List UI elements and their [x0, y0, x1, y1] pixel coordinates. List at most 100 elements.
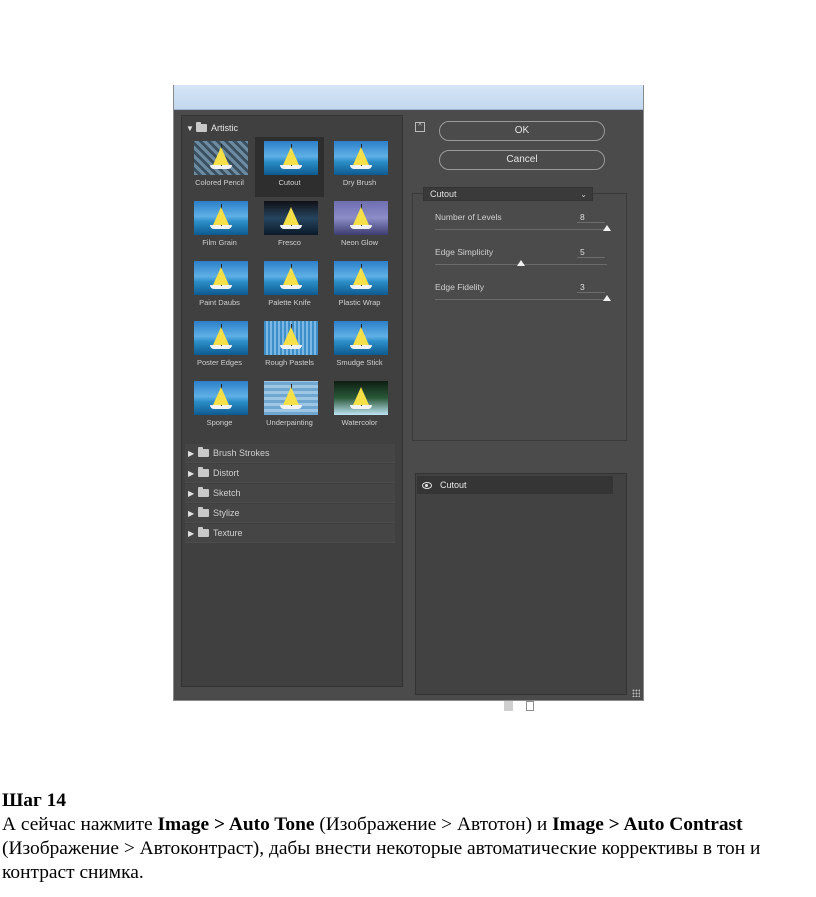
filter-thumb[interactable]: Plastic Wrap [325, 257, 394, 317]
step-heading: Шаг 14 [2, 790, 67, 811]
filter-category[interactable]: ▶ Sketch [185, 484, 395, 503]
filter-category[interactable]: ▶ Texture [185, 524, 395, 543]
filter-preview-image [334, 381, 388, 415]
filter-thumb[interactable]: Paint Daubs [185, 257, 254, 317]
filter-gallery-dialog: ▼ Artistic Colored Pencil Cutout Dry Brush… [173, 85, 644, 711]
filter-category-label: Brush Strokes [213, 448, 270, 458]
filter-thumb[interactable]: Cutout [255, 137, 324, 197]
chevron-down-icon: ⌄ [580, 190, 587, 199]
folder-icon [198, 507, 209, 517]
parameter-value-field[interactable]: 5 [577, 247, 605, 258]
filter-category-list: ▶ Brush Strokes ▶ Distort ▶ Sketch ▶ Stylize ▶ Te… [185, 444, 395, 544]
collapsed-triangle-icon: ▶ [188, 508, 195, 518]
folder-icon [196, 122, 207, 132]
folder-icon [198, 527, 209, 537]
effect-layers-panel: Cutout [415, 473, 627, 695]
parameter-slider-handle[interactable] [603, 295, 611, 301]
filter-preview-image [194, 381, 248, 415]
filter-category-label: Distort [213, 468, 240, 478]
filter-thumb-label: Underpainting [266, 418, 313, 427]
text-run: А сейчас нажмите [2, 814, 158, 835]
filter-thumb-label: Neon Glow [340, 238, 379, 247]
category-label: Artistic [211, 123, 238, 133]
effect-layer-name: Cutout [440, 480, 467, 490]
filter-preview-image [334, 261, 388, 295]
filter-thumb-label: Palette Knife [268, 298, 311, 307]
filter-thumb[interactable]: Underpainting [255, 377, 324, 437]
collapsed-triangle-icon: ▶ [188, 528, 195, 538]
dialog-title-bar[interactable] [174, 85, 643, 110]
ok-button[interactable]: OK [439, 121, 605, 141]
text-run: (Изображение > Автоконтраст), дабы внест… [2, 838, 761, 883]
filter-preview-image [264, 381, 318, 415]
filter-thumb[interactable]: Smudge Stick [325, 317, 394, 377]
filter-thumb[interactable]: Colored Pencil [185, 137, 254, 197]
filter-category[interactable]: ▶ Brush Strokes [185, 444, 395, 463]
expanded-triangle-icon: ▼ [186, 123, 194, 133]
category-artistic[interactable]: ▼ Artistic [186, 120, 238, 136]
collapsed-triangle-icon: ▶ [188, 488, 195, 498]
filter-preview-image [264, 321, 318, 355]
filter-select-value: Cutout [430, 189, 457, 199]
filter-category[interactable]: ▶ Distort [185, 464, 395, 483]
filter-preview-image [264, 261, 318, 295]
filter-parameter: Number of Levels 8 [435, 212, 611, 242]
menu-path-auto-tone: Image > Auto Tone [157, 814, 315, 835]
collapse-preview-icon[interactable]: ^ [415, 122, 425, 132]
filter-preview-image [264, 141, 318, 175]
parameter-slider-handle[interactable] [603, 225, 611, 231]
filter-category[interactable]: ▶ Stylize [185, 504, 395, 523]
parameter-slider-track[interactable] [435, 299, 607, 300]
filter-thumb[interactable]: Neon Glow [325, 197, 394, 257]
folder-icon [198, 467, 209, 477]
filter-thumb[interactable]: Watercolor [325, 377, 394, 437]
filter-select[interactable]: Cutout ⌄ [423, 187, 593, 201]
filter-preview-image [334, 141, 388, 175]
filter-thumb-label: Plastic Wrap [338, 298, 381, 307]
filter-thumb-label: Sponge [206, 418, 233, 427]
filter-thumb[interactable]: Poster Edges [185, 317, 254, 377]
filter-thumb[interactable]: Rough Pastels [255, 317, 324, 377]
filter-thumb-label: Cutout [278, 178, 301, 187]
eye-icon[interactable] [422, 481, 432, 489]
filter-thumb[interactable]: Palette Knife [255, 257, 324, 317]
parameter-label: Edge Simplicity [435, 247, 494, 257]
parameter-slider-handle[interactable] [517, 260, 525, 266]
filter-preview-image [194, 141, 248, 175]
filter-preview-image [264, 201, 318, 235]
filter-preview-image [194, 321, 248, 355]
effect-layer-row[interactable]: Cutout [417, 476, 613, 494]
filter-thumb-label: Fresco [278, 238, 301, 247]
filter-browser: ▼ Artistic Colored Pencil Cutout Dry Brush… [181, 115, 403, 687]
filter-thumb-label: Paint Daubs [199, 298, 240, 307]
filter-thumb-label: Smudge Stick [336, 358, 383, 367]
parameter-slider-track[interactable] [435, 229, 607, 230]
new-effect-layer-icon[interactable] [504, 701, 513, 711]
filter-parameter: Edge Simplicity 5 [435, 247, 607, 277]
filter-preview-image [194, 201, 248, 235]
filter-parameter: Edge Fidelity 3 [435, 282, 611, 312]
filter-preview-image [194, 261, 248, 295]
filter-thumb-label: Dry Brush [342, 178, 377, 187]
parameter-label: Number of Levels [435, 212, 502, 222]
filter-preview-image [334, 201, 388, 235]
filter-thumb[interactable]: Fresco [255, 197, 324, 257]
filter-preview-image [334, 321, 388, 355]
resize-grip-icon[interactable] [632, 689, 640, 697]
collapsed-triangle-icon: ▶ [188, 468, 195, 478]
filter-thumb[interactable]: Film Grain [185, 197, 254, 257]
filter-thumb-label: Watercolor [341, 418, 378, 427]
delete-effect-layer-icon[interactable] [526, 701, 534, 711]
step-paragraph: А сейчас нажмите Image > Auto Tone (Изоб… [2, 813, 812, 885]
collapsed-triangle-icon: ▶ [188, 448, 195, 458]
cancel-button[interactable]: Cancel [439, 150, 605, 170]
parameter-label: Edge Fidelity [435, 282, 485, 292]
filter-thumb-label: Poster Edges [196, 358, 243, 367]
filter-thumb-label: Film Grain [202, 238, 237, 247]
filter-thumb[interactable]: Dry Brush [325, 137, 394, 197]
parameter-value-field[interactable]: 8 [577, 212, 605, 223]
filter-thumb-label: Rough Pastels [265, 358, 314, 367]
text-run: (Изображение > Автотон) и [314, 814, 553, 835]
parameter-value-field[interactable]: 3 [577, 282, 605, 293]
filter-thumb[interactable]: Sponge [185, 377, 254, 437]
